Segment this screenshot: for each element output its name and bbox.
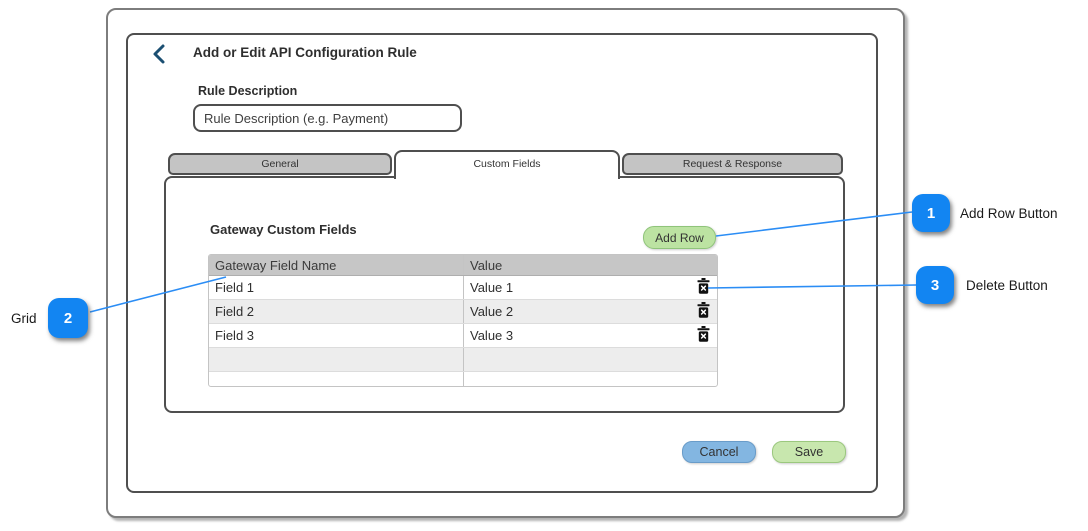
value-cell: Value 3: [470, 328, 513, 343]
rule-description-input[interactable]: [193, 104, 462, 132]
delete-row-button[interactable]: [695, 303, 711, 321]
value-cell: [464, 372, 717, 386]
trash-delete-icon: [697, 326, 710, 345]
cancel-button[interactable]: Cancel: [682, 441, 756, 463]
field-name-cell: Field 1: [209, 276, 464, 299]
grid-row: Field 2 Value 2: [209, 300, 717, 324]
grid-row: Field 1 Value 1: [209, 276, 717, 300]
column-header-value: Value: [464, 255, 717, 275]
trash-delete-icon: [697, 278, 710, 297]
tab-request-response[interactable]: Request & Response: [622, 153, 843, 175]
column-header-field-name: Gateway Field Name: [209, 255, 464, 275]
rule-description-label: Rule Description: [198, 84, 297, 98]
page-title: Add or Edit API Configuration Rule: [193, 45, 417, 60]
field-name-cell: [209, 372, 464, 386]
tab-general[interactable]: General: [168, 153, 392, 175]
trash-delete-icon: [697, 302, 710, 321]
grid-row-empty: [209, 348, 717, 372]
chevron-left-icon: [148, 54, 172, 69]
value-cell: Value 1: [470, 280, 513, 295]
grid-header-row: Gateway Field Name Value: [209, 255, 717, 276]
custom-fields-grid: Gateway Field Name Value Field 1 Value 1…: [208, 254, 718, 387]
value-cell: Value 2: [470, 304, 513, 319]
value-cell: [464, 348, 717, 371]
field-name-cell: [209, 348, 464, 371]
delete-row-button[interactable]: [695, 279, 711, 297]
tab-custom-fields[interactable]: Custom Fields: [394, 150, 620, 179]
callout-label-grid: Grid: [11, 311, 37, 326]
grid-row-empty: [209, 372, 717, 386]
callout-label-delete: Delete Button: [966, 278, 1048, 293]
field-name-cell: Field 3: [209, 324, 464, 347]
field-name-cell: Field 2: [209, 300, 464, 323]
gateway-custom-fields-heading: Gateway Custom Fields: [210, 222, 357, 237]
callout-badge-3: 3: [916, 266, 954, 304]
callout-badge-1: 1: [912, 194, 950, 232]
save-button[interactable]: Save: [772, 441, 846, 463]
callout-label-add-row: Add Row Button: [960, 206, 1058, 221]
grid-row: Field 3 Value 3: [209, 324, 717, 348]
callout-badge-2: 2: [48, 298, 88, 338]
add-row-button[interactable]: Add Row: [643, 226, 716, 249]
back-button[interactable]: [148, 42, 172, 66]
delete-row-button[interactable]: [695, 327, 711, 345]
